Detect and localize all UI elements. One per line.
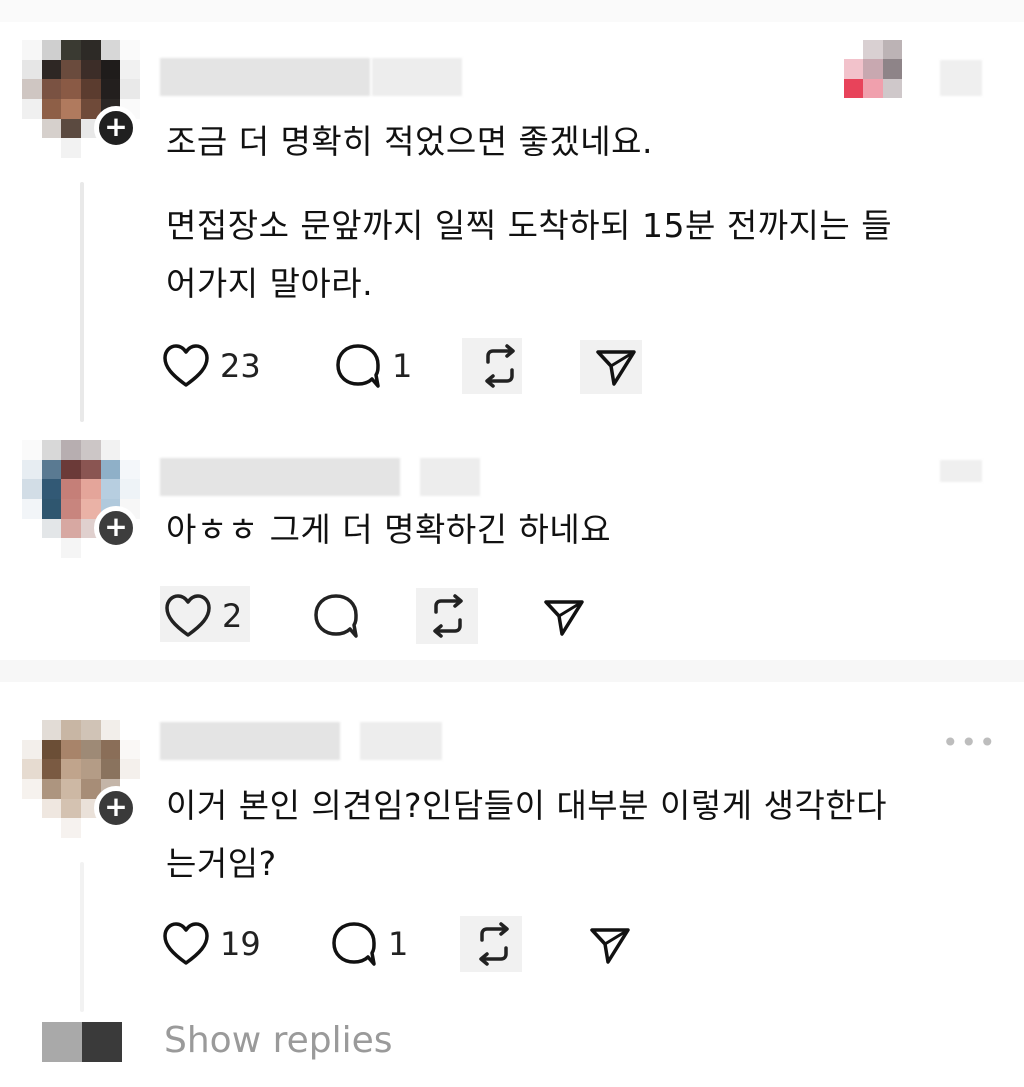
show-replies-button[interactable]: Show replies (164, 1020, 393, 1061)
repost-button[interactable] (426, 586, 470, 646)
comment-icon (332, 922, 376, 966)
like-button[interactable]: 23 (162, 336, 261, 396)
timestamp-blurred (420, 458, 480, 496)
avatar[interactable]: + (22, 40, 140, 158)
like-button[interactable]: 19 (162, 914, 261, 974)
comment-text-line2: 면접장소 문앞까지 일찍 도착하되 15분 전까지는 들 (166, 206, 893, 245)
repost-icon (479, 922, 509, 966)
username-blurred[interactable] (160, 722, 340, 760)
share-icon (590, 928, 630, 964)
plus-icon[interactable]: + (94, 106, 138, 150)
more-icon[interactable] (940, 60, 982, 96)
comment-button[interactable]: 1 (330, 914, 408, 974)
like-button[interactable]: 2 (164, 586, 242, 646)
share-icon (596, 350, 636, 386)
more-icon[interactable]: ••• (942, 726, 998, 759)
username-blurred[interactable] (160, 458, 400, 496)
comment-icon (336, 344, 380, 388)
plus-icon[interactable]: + (94, 506, 138, 550)
avatar[interactable]: + (22, 720, 140, 838)
comment-text-line3: 어가지 말아라. (166, 264, 374, 303)
like-count: 23 (220, 347, 261, 385)
timestamp-blurred (360, 722, 442, 760)
reply-count: 1 (392, 347, 413, 385)
comment-text-line1: 조금 더 명확히 적었으면 좋겠네요. (166, 122, 653, 161)
reply-count: 1 (388, 925, 409, 963)
reply-avatars (42, 1022, 122, 1062)
like-count: 2 (222, 597, 243, 635)
share-icon (544, 600, 584, 636)
action-bar: 2 (160, 586, 620, 646)
comment-text-line1: 아ㅎㅎ 그게 더 명확하긴 하네요 (166, 510, 612, 549)
share-button[interactable] (588, 914, 632, 974)
repost-icon (433, 594, 463, 638)
blurred-badge (844, 40, 902, 98)
comment-text-line2: 는거임? (166, 844, 277, 883)
comment-button[interactable]: 1 (334, 336, 412, 396)
comment-text-line1: 이거 본인 의견임?인담들이 대부분 이렇게 생각한다 (166, 786, 888, 825)
comment-icon (314, 594, 358, 638)
repost-button[interactable] (472, 914, 516, 974)
action-bar: 23 1 (160, 336, 680, 396)
more-icon[interactable] (940, 460, 982, 482)
thread-line (80, 862, 84, 1012)
share-button[interactable] (594, 336, 638, 396)
thread-separator (0, 660, 1024, 682)
thread-line (80, 182, 84, 422)
action-bar: 19 1 (160, 914, 640, 974)
username-blurred[interactable] (160, 58, 370, 96)
repost-icon (485, 344, 515, 388)
share-button[interactable] (542, 586, 586, 646)
heart-icon (163, 922, 209, 965)
comment-button[interactable] (312, 586, 360, 646)
avatar[interactable]: + (22, 440, 140, 558)
like-count: 19 (220, 925, 261, 963)
top-fade (0, 0, 1024, 22)
heart-icon (165, 594, 211, 637)
plus-icon[interactable]: + (94, 786, 138, 830)
repost-button[interactable] (478, 336, 522, 396)
heart-icon (163, 344, 209, 387)
timestamp-blurred (372, 58, 462, 96)
